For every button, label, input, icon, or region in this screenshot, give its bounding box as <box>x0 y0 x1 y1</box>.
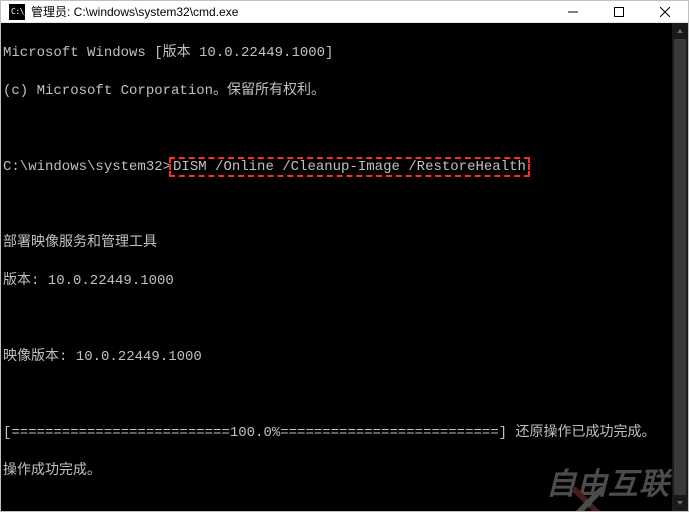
minimize-button[interactable] <box>550 1 596 22</box>
blank-line <box>3 310 686 329</box>
progress-line: [==========================100.0%=======… <box>3 424 686 443</box>
banner-line: Microsoft Windows [版本 10.0.22449.1000] <box>3 44 686 63</box>
cmd-icon <box>9 4 25 20</box>
image-version-line: 映像版本: 10.0.22449.1000 <box>3 348 686 367</box>
blank-line <box>3 196 686 215</box>
tool-version-line: 版本: 10.0.22449.1000 <box>3 272 686 291</box>
command-highlight: DISM /Online /Cleanup-Image /RestoreHeal… <box>169 157 530 177</box>
terminal-area[interactable]: Microsoft Windows [版本 10.0.22449.1000] (… <box>1 23 688 511</box>
scroll-down-arrow[interactable] <box>672 495 688 511</box>
blank-line <box>3 500 686 511</box>
window-title: 管理员: C:\windows\system32\cmd.exe <box>31 3 550 20</box>
titlebar[interactable]: 管理员: C:\windows\system32\cmd.exe <box>1 1 688 23</box>
success-line: 操作成功完成。 <box>3 462 686 481</box>
cmd-window: 管理员: C:\windows\system32\cmd.exe Microso… <box>0 0 689 512</box>
maximize-button[interactable] <box>596 1 642 22</box>
minimize-icon <box>568 7 578 17</box>
tool-name-line: 部署映像服务和管理工具 <box>3 234 686 253</box>
terminal-scrollbar[interactable] <box>672 23 688 511</box>
dism-command: DISM /Online /Cleanup-Image /RestoreHeal… <box>173 159 526 175</box>
window-controls <box>550 1 688 22</box>
blank-line <box>3 120 686 139</box>
scroll-thumb[interactable] <box>674 39 686 495</box>
scroll-track[interactable] <box>672 39 688 495</box>
close-icon <box>660 7 670 17</box>
copyright-line: (c) Microsoft Corporation。保留所有权利。 <box>3 82 686 101</box>
scroll-up-arrow[interactable] <box>672 23 688 39</box>
blank-line <box>3 386 686 405</box>
prompt-line-1: C:\windows\system32>DISM /Online /Cleanu… <box>3 158 686 177</box>
maximize-icon <box>614 7 624 17</box>
prompt-path: C:\windows\system32> <box>3 159 171 175</box>
close-button[interactable] <box>642 1 688 22</box>
